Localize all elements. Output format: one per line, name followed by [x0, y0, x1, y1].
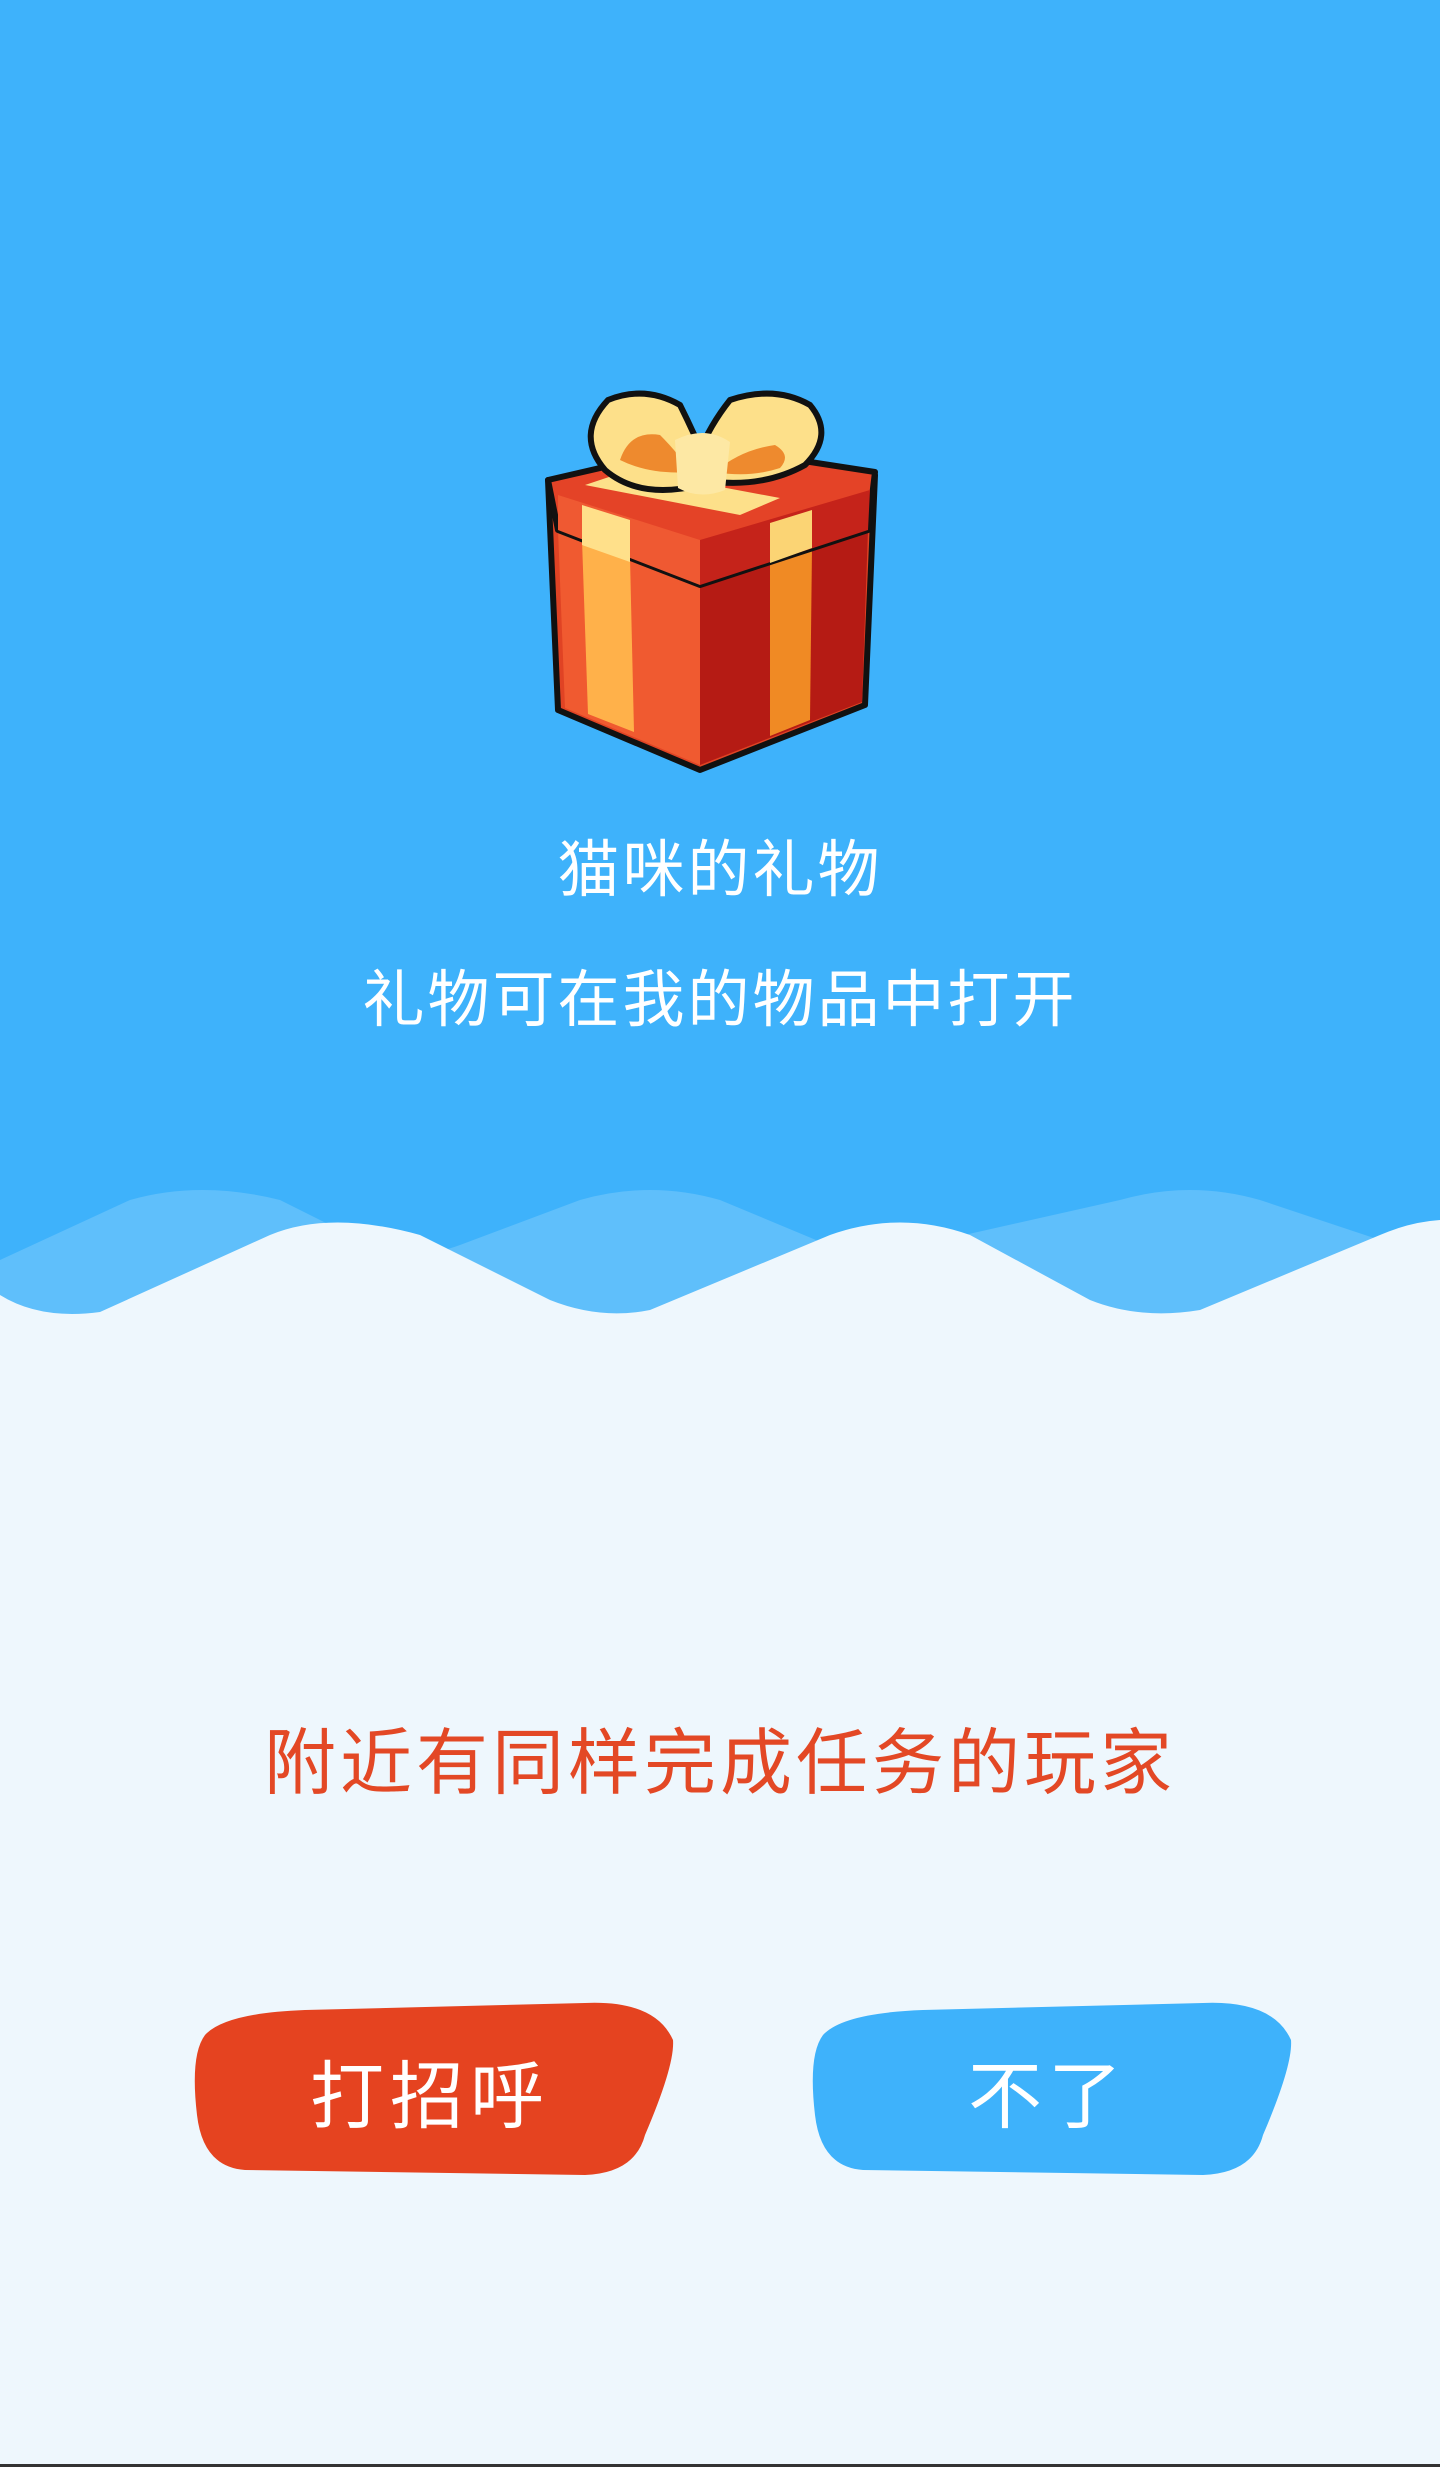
gift-subtitle: 礼物可在我的物品中打开 — [362, 963, 1078, 1036]
decline-button[interactable]: 不了 — [803, 1995, 1293, 2185]
wave-divider — [0, 1190, 1440, 1370]
gift-title: 猫咪的礼物 — [557, 833, 883, 906]
gift-box-icon — [545, 390, 878, 773]
greet-button-label: 打招呼 — [310, 2053, 550, 2140]
nearby-players-message: 附近有同样完成任务的玩家 — [263, 1721, 1176, 1805]
decline-button-label: 不了 — [968, 2053, 1128, 2140]
greet-button[interactable]: 打招呼 — [185, 1995, 675, 2185]
